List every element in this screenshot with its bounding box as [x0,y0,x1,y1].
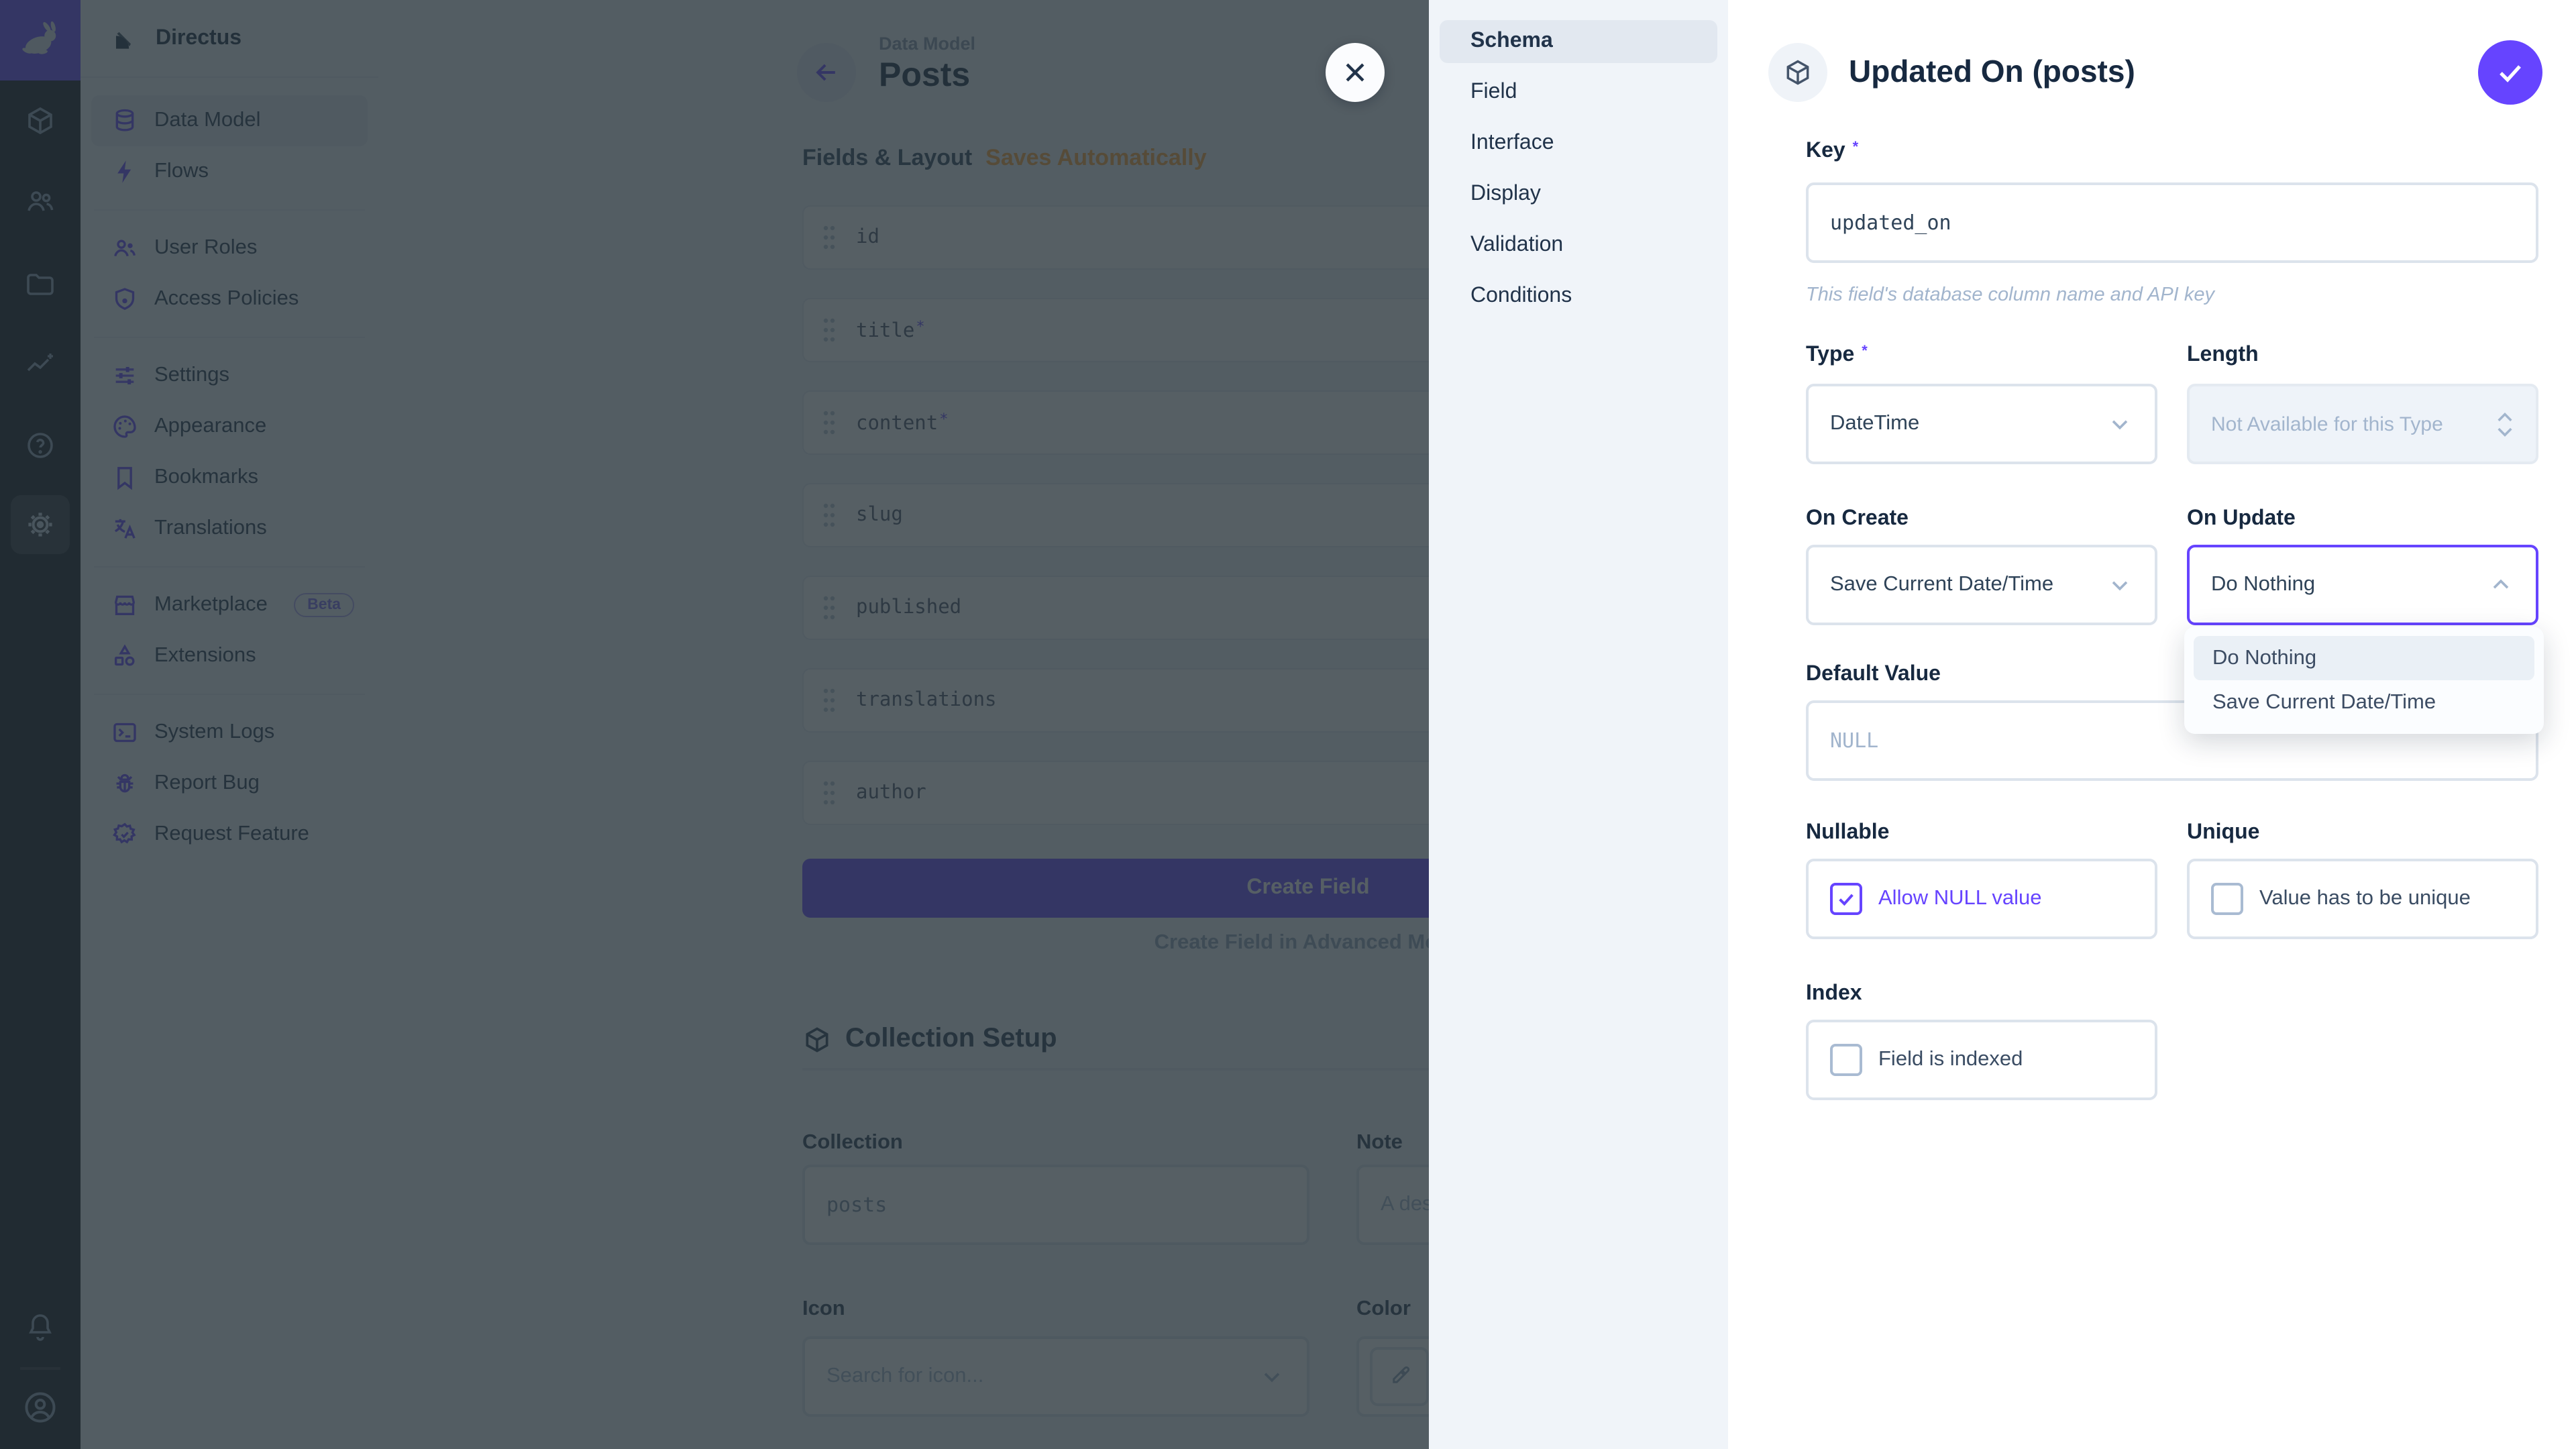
key-label: Key * [1806,140,1858,164]
drawer-close-button[interactable] [1326,43,1385,102]
type-label: Type * [1806,343,1868,368]
chevron-down-icon [2106,411,2133,437]
chevron-down-icon [2106,572,2133,598]
key-input[interactable] [1830,211,2514,235]
tab-display[interactable]: Display [1440,173,1717,216]
tab-field[interactable]: Field [1440,71,1717,114]
schema-panel: Updated On (posts) Key * This field's da… [1728,0,2576,1449]
cube-icon [1783,58,1813,87]
unique-checkbox[interactable] [2211,883,2243,915]
on-create-select[interactable]: Save Current Date/Time [1806,545,2157,625]
chevron-up-icon [2487,572,2514,598]
on-update-select[interactable]: Do Nothing [2187,545,2538,625]
nullable-checkbox-label[interactable]: Allow NULL value [1878,887,2042,911]
tab-schema[interactable]: Schema [1440,20,1717,63]
default-value-label: Default Value [1806,663,1941,687]
app: Directus Data Model Flows User Roles [0,0,2576,1449]
on-create-label: On Create [1806,507,1909,531]
menu-option-save-current[interactable]: Save Current Date/Time [2194,680,2534,724]
type-label-text: Type [1806,343,1854,366]
drawer-tab-list: Schema Field Interface Display Validatio… [1429,0,1728,1449]
length-stepper[interactable] [2496,410,2514,438]
length-label: Length [2187,343,2259,368]
nullable-field: Allow NULL value [1806,859,2157,939]
length-placeholder: Not Available for this Type [2211,413,2496,435]
drawer-title: Updated On (posts) [1849,54,2135,90]
tab-conditions[interactable]: Conditions [1440,275,1717,318]
on-create-value: Save Current Date/Time [1830,573,2106,597]
key-label-text: Key [1806,140,1845,162]
nullable-checkbox[interactable] [1830,883,1862,915]
on-update-dropdown-menu: Do Nothing Save Current Date/Time [2184,627,2544,734]
unique-field: Value has to be unique [2187,859,2538,939]
close-icon [1340,58,1370,87]
type-value: DateTime [1830,412,2106,436]
unique-label: Unique [2187,821,2259,845]
key-input-wrap [1806,182,2538,263]
length-input-wrap: Not Available for this Type [2187,384,2538,464]
on-update-value: Do Nothing [2211,573,2487,597]
tab-interface[interactable]: Interface [1440,122,1717,165]
check-icon [2494,56,2526,89]
menu-option-do-nothing[interactable]: Do Nothing [2194,636,2534,680]
check-icon [1835,888,1857,910]
index-checkbox[interactable] [1830,1044,1862,1076]
type-select[interactable]: DateTime [1806,384,2157,464]
tab-validation[interactable]: Validation [1440,224,1717,267]
chevron-down-icon [2496,426,2514,438]
key-hint: This field's database column name and AP… [1806,284,2214,306]
save-button[interactable] [2478,40,2542,105]
index-checkbox-label[interactable]: Field is indexed [1878,1048,2023,1072]
drawer-title-icon-wrap [1768,43,1827,102]
on-update-label: On Update [2187,507,2296,531]
index-field: Field is indexed [1806,1020,2157,1100]
unique-checkbox-label[interactable]: Value has to be unique [2259,887,2471,911]
index-label: Index [1806,982,1862,1006]
field-edit-drawer: Schema Field Interface Display Validatio… [1429,0,2576,1449]
drawer-overlay[interactable] [0,0,1429,1449]
required-star: * [1853,140,1859,156]
nullable-label: Nullable [1806,821,1889,845]
required-star: * [1862,343,1868,360]
chevron-up-icon [2496,410,2514,422]
